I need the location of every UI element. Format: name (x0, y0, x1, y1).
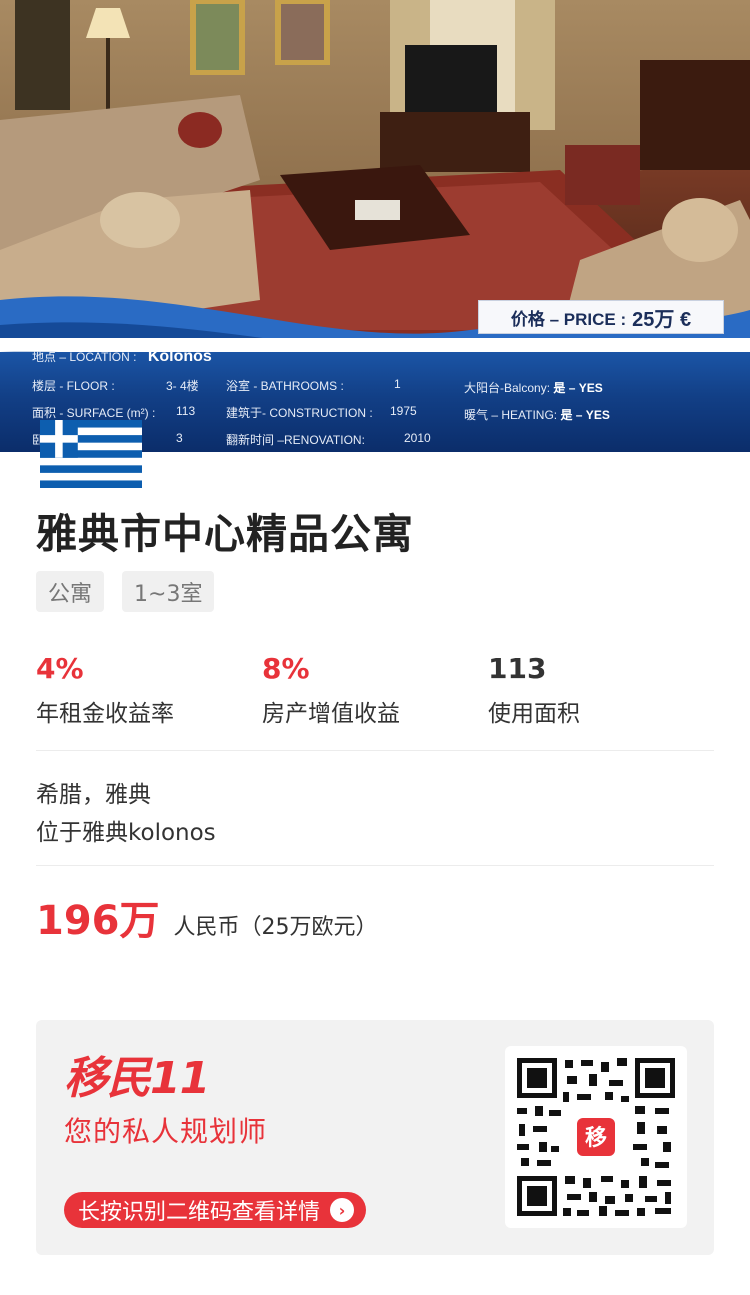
spec-balcony-value: 是 – YES (553, 381, 603, 395)
spec-rooms-value: 3 (176, 431, 183, 445)
spec-construction-value: 1975 (390, 404, 417, 418)
spec-floor-value: 3- 4楼 (166, 379, 199, 393)
spec-construction-label: 建筑于- CONSTRUCTION : (226, 406, 373, 420)
hero-photo: 价格 – PRICE : 25万 € 地点 – LOCATION : Kolon… (0, 0, 750, 452)
spec-location-label: 地点 – LOCATION : (32, 350, 137, 364)
spec-balcony: 大阳台-Balcony: 是 – YES (464, 379, 603, 396)
stat-rental-yield-value: 4% (36, 652, 84, 685)
price-tag-label: 价格 – PRICE : (510, 309, 627, 329)
price-row: 196万 人民币（25万欧元） (36, 888, 378, 946)
tag-list: 公寓 1~3室 (36, 571, 215, 612)
spec-surface-label: 面积 - SURFACE (m²) : (32, 406, 156, 420)
qr-cta-label: 长按识别二维码查看详情 (78, 1200, 321, 1225)
brand-logo: 移民11 (64, 1053, 210, 1104)
greece-flag-icon (40, 420, 142, 488)
address-country-city: 希腊，雅典 (36, 782, 151, 808)
spec-balcony-label: 大阳台-Balcony: (464, 381, 551, 395)
price-tag: 价格 – PRICE : 25万 € (478, 300, 724, 334)
promo-card: 移民11 您的私人规划师 长按识别二维码查看详情 › 移 (36, 1020, 714, 1255)
stat-rental-yield-label: 年租金收益率 (36, 701, 174, 727)
qr-cta-button[interactable]: 长按识别二维码查看详情 › (64, 1192, 367, 1228)
stat-appreciation: 8% 房产增值收益 (262, 652, 400, 728)
stat-appreciation-label: 房产增值收益 (262, 701, 400, 727)
spec-bath-value: 1 (394, 377, 401, 391)
price-main: 196万 (36, 898, 160, 944)
spec-renovation-label: 翻新时间 –RENOVATION: (226, 433, 365, 447)
brand-slogan: 您的私人规划师 (64, 1115, 268, 1148)
spec-location: 地点 – LOCATION : Kolonos (32, 348, 212, 366)
spec-surface-value: 113 (176, 404, 196, 418)
stat-appreciation-value: 8% (262, 652, 310, 685)
address-detail: 位于雅典kolonos (36, 820, 216, 846)
price-sub: 人民币（25万欧元） (173, 915, 378, 940)
spec-heating-value: 是 – YES (560, 408, 610, 422)
stat-rental-yield: 4% 年租金收益率 (36, 652, 174, 728)
stat-area-value: 113 (488, 652, 547, 685)
spec-renovation-value: 2010 (404, 431, 431, 445)
stat-area-label: 使用面积 (488, 701, 580, 727)
stat-area: 113 使用面积 (488, 652, 580, 728)
qr-code[interactable]: 移 (505, 1046, 687, 1228)
divider (36, 865, 714, 866)
chevron-right-icon: › (330, 1198, 355, 1222)
qr-center-logo: 移 (585, 1125, 607, 1151)
divider (36, 750, 714, 751)
spec-floor-label: 楼层 - FLOOR : (32, 379, 115, 393)
qr-code-image: 移 (517, 1058, 675, 1216)
tag-apartment: 公寓 (36, 571, 105, 612)
spec-location-value: Kolonos (147, 348, 212, 365)
price-tag-value: 25万 € (632, 308, 692, 331)
tag-rooms: 1~3室 (122, 571, 215, 612)
spec-heating-label: 暖气 – HEATING: (464, 408, 558, 422)
spec-heating: 暖气 – HEATING: 是 – YES (464, 406, 610, 423)
spec-bath-label: 浴室 - BATHROOMS : (226, 379, 344, 393)
listing-title: 雅典市中心精品公寓 (36, 510, 414, 558)
